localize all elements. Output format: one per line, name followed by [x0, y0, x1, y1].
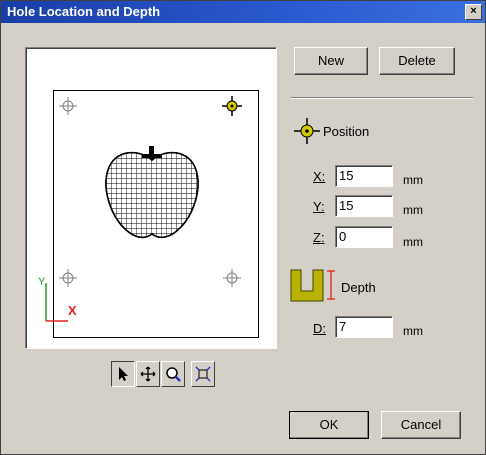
- preview-drawing: [45, 96, 242, 322]
- corner-marker-bottom-left: [59, 269, 77, 287]
- y-label: Y:: [313, 199, 325, 214]
- window-title: Hole Location and Depth: [7, 4, 161, 19]
- close-button[interactable]: ×: [465, 4, 482, 20]
- fit-view-tool-button[interactable]: [191, 361, 215, 387]
- preview-canvas[interactable]: Y X: [25, 47, 277, 349]
- z-label: Z:: [313, 230, 325, 245]
- zoom-tool-button[interactable]: [161, 361, 185, 387]
- pan-tool-button[interactable]: [136, 361, 160, 387]
- x-unit: mm: [403, 173, 423, 187]
- y-field[interactable]: 15: [335, 195, 393, 217]
- depth-unit: mm: [403, 324, 423, 338]
- new-button[interactable]: New: [294, 47, 368, 75]
- y-unit: mm: [403, 203, 423, 217]
- apple-model: [105, 146, 199, 239]
- d-label: D:: [313, 321, 326, 336]
- corner-marker-bottom-right: [223, 269, 241, 287]
- z-unit: mm: [403, 235, 423, 249]
- select-arrow-icon: [119, 367, 128, 381]
- x-label: X:: [313, 169, 326, 184]
- hole-marker-active: [222, 96, 242, 116]
- position-label: Position: [323, 124, 370, 139]
- z-field[interactable]: 0: [335, 226, 393, 248]
- fit-view-icon: [195, 366, 211, 382]
- axis-y-label: Y: [38, 276, 46, 288]
- pan-move-icon: [140, 366, 156, 382]
- ok-button[interactable]: OK: [289, 411, 369, 439]
- hole-location-dialog: Hole Location and Depth × Y X New Delete…: [0, 0, 486, 455]
- select-tool-button[interactable]: [111, 361, 135, 387]
- axis-x-label: X: [68, 303, 77, 318]
- x-field[interactable]: 15: [335, 165, 393, 187]
- title-bar: Hole Location and Depth ×: [1, 1, 485, 23]
- delete-button[interactable]: Delete: [379, 47, 455, 75]
- cancel-button[interactable]: Cancel: [381, 411, 461, 439]
- corner-marker-top-left: [59, 97, 77, 115]
- zoom-icon: [166, 367, 181, 382]
- depth-icon: [290, 269, 335, 302]
- separator: [291, 97, 473, 99]
- depth-label: Depth: [341, 280, 376, 295]
- position-marker-icon: [294, 118, 320, 144]
- depth-field[interactable]: 7: [335, 316, 393, 338]
- axis-triad: [45, 283, 68, 322]
